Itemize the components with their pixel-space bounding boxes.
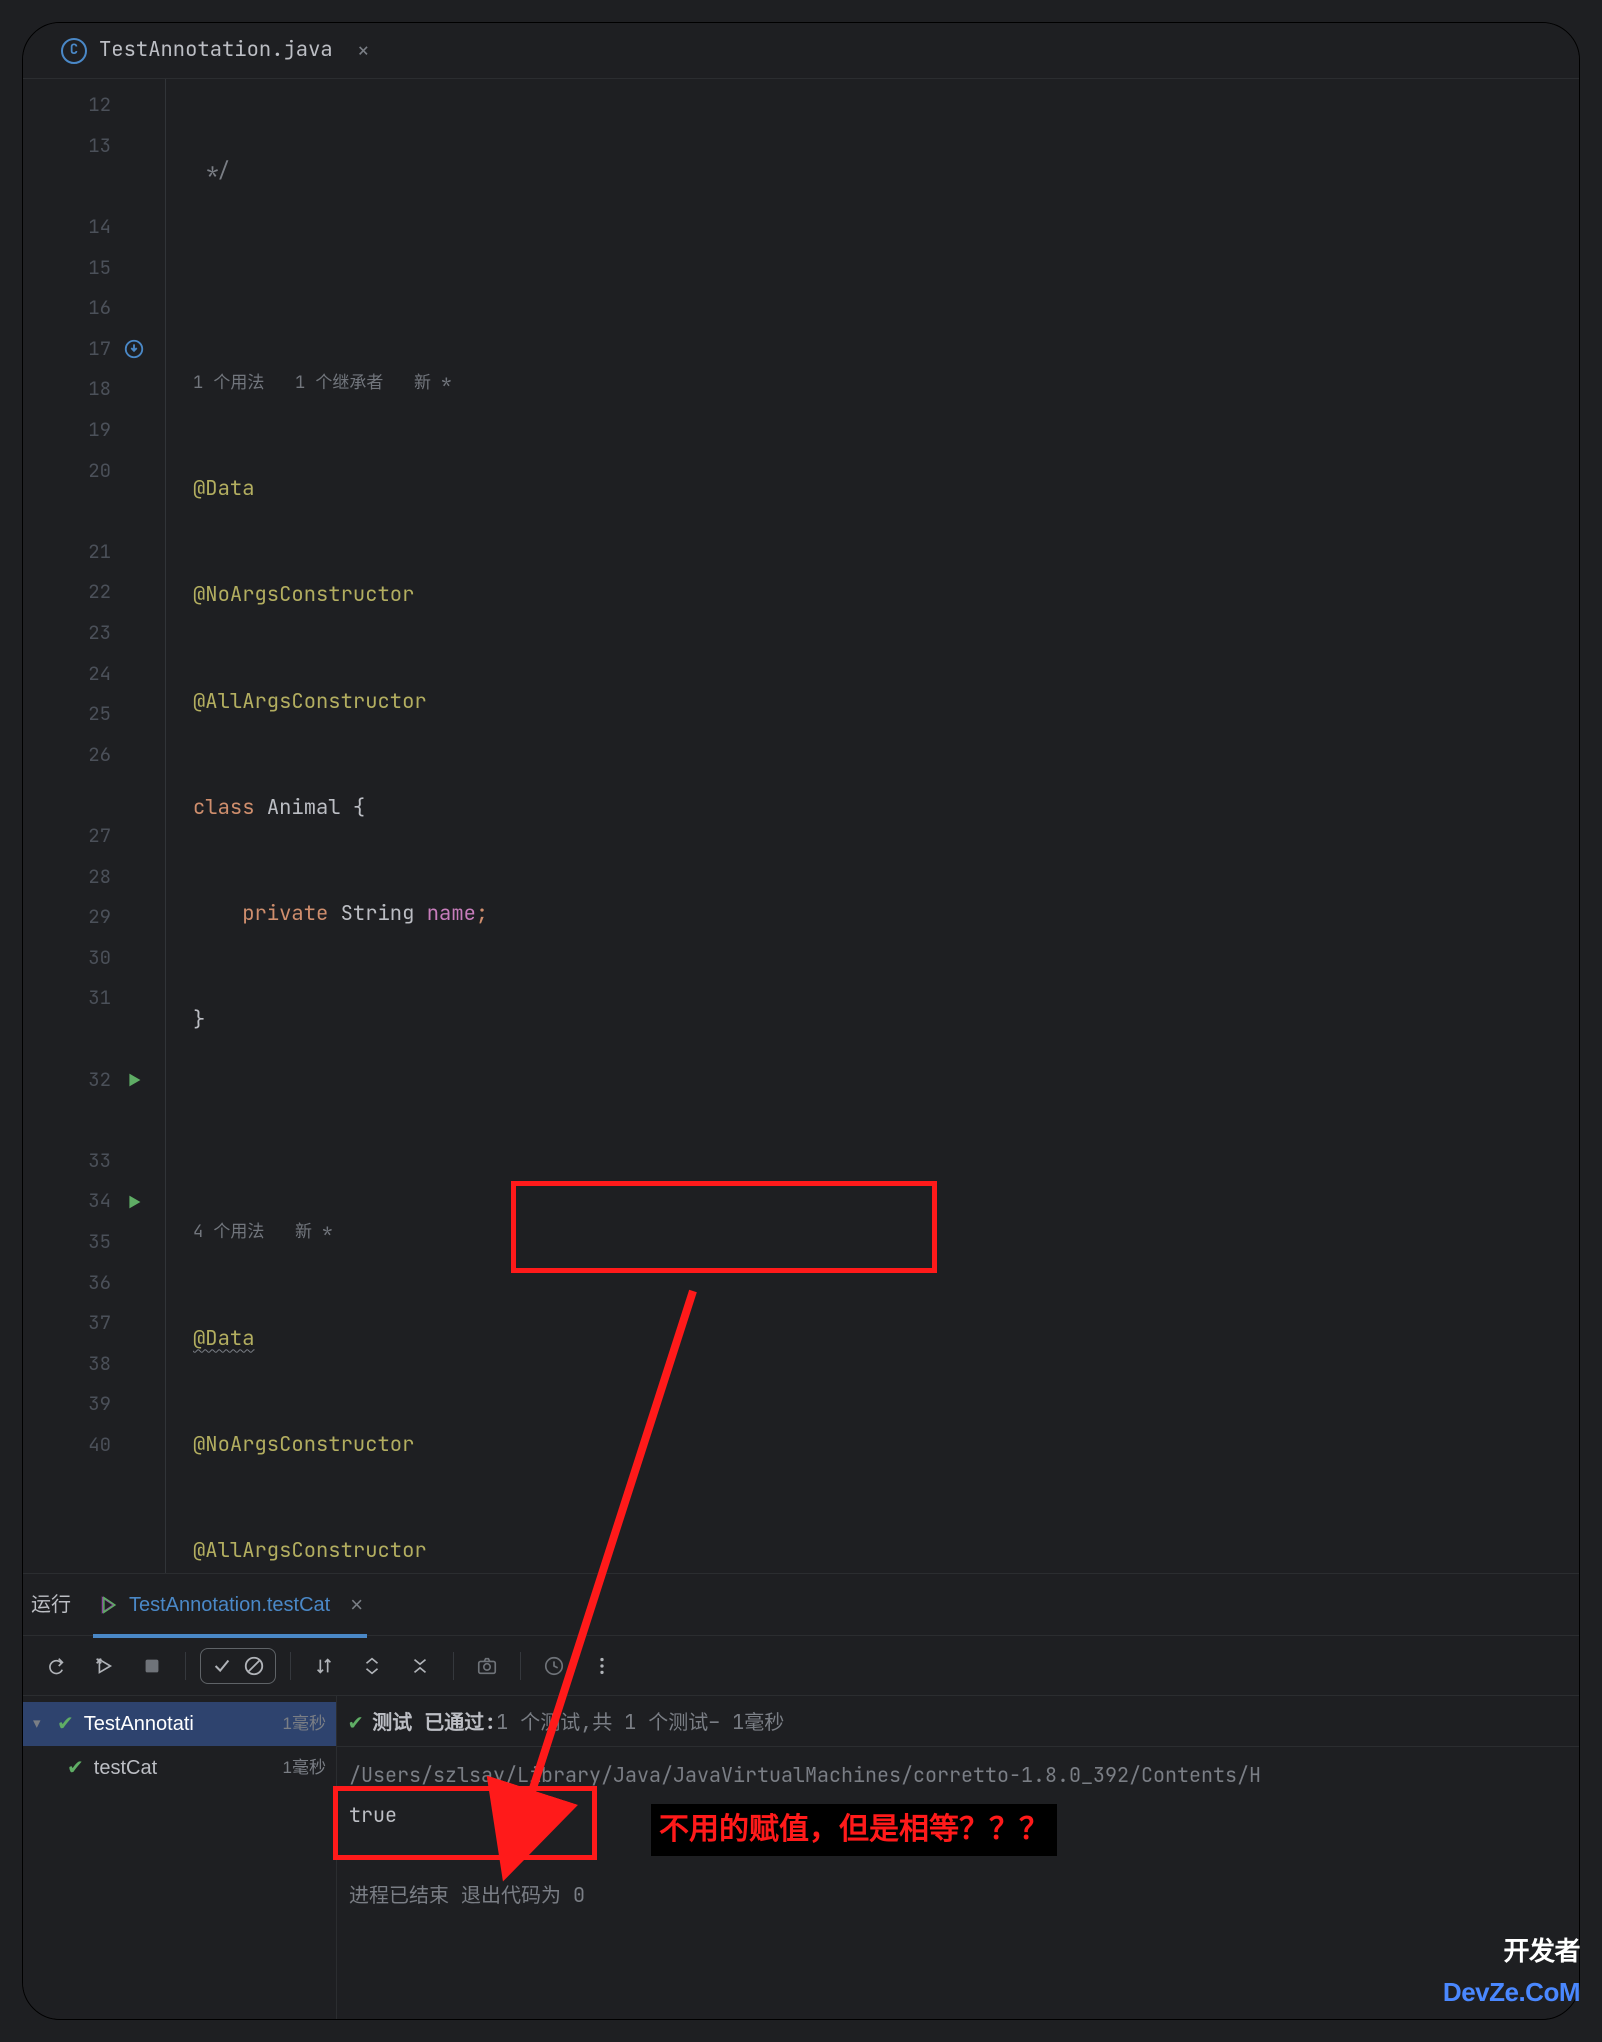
rerun-failed-icon[interactable] bbox=[85, 1647, 123, 1685]
collapse-all-icon[interactable] bbox=[401, 1647, 439, 1685]
screenshot-icon[interactable] bbox=[468, 1647, 506, 1685]
run-config-tab[interactable]: TestAnnotation.testCat × bbox=[93, 1571, 367, 1638]
history-icon[interactable] bbox=[535, 1647, 573, 1685]
indent-guide bbox=[151, 79, 193, 1573]
stop-icon[interactable] bbox=[133, 1647, 171, 1685]
line-number-gutter: 12 13 14 15 16 17 18 19 20 21 22 23 24 2… bbox=[33, 79, 151, 1573]
override-icon[interactable] bbox=[123, 338, 145, 360]
annotation: @Data bbox=[193, 1323, 255, 1356]
tab-filename: TestAnnotation.java bbox=[99, 34, 333, 67]
test-toolbar bbox=[23, 1636, 1579, 1696]
annotation: @NoArgsConstructor bbox=[193, 579, 414, 612]
check-icon: ✔ bbox=[349, 1704, 362, 1739]
annotation: @Data bbox=[193, 473, 255, 506]
annotation-callout-text: 不用的赋值，但是相等？？？ bbox=[651, 1804, 1057, 1856]
show-passed-icon[interactable] bbox=[209, 1653, 235, 1679]
test-tree-item[interactable]: ✔ testCat 1毫秒 bbox=[23, 1746, 336, 1790]
console-line: /Users/szlsay/Library/Java/JavaVirtualMa… bbox=[349, 1755, 1579, 1795]
test-tree-root[interactable]: ▾ ✔ TestAnnotati 1毫秒 bbox=[23, 1702, 336, 1746]
close-run-tab-icon[interactable]: × bbox=[340, 1587, 363, 1622]
toolwindow-tab-bar: 运行 TestAnnotation.testCat × bbox=[23, 1574, 1579, 1636]
run-config-name: TestAnnotation.testCat bbox=[129, 1589, 330, 1621]
usage-hint[interactable]: 4 个用法 新 * bbox=[193, 1213, 1579, 1254]
expand-all-icon[interactable] bbox=[353, 1647, 391, 1685]
test-pass-icon: ✔ bbox=[67, 1752, 84, 1784]
console-status-line: ✔ 测试 已通过: 1 个测试,共 1 个测试 – 1毫秒 bbox=[349, 1702, 1579, 1742]
annotation: @AllArgsConstructor bbox=[193, 686, 427, 719]
usage-hint[interactable]: 1 个用法 1 个继承者 新 * bbox=[193, 363, 1579, 404]
annotation: @AllArgsConstructor bbox=[193, 1535, 427, 1568]
console-line: 进程已结束 退出代码为 0 bbox=[349, 1875, 1579, 1915]
code-editor[interactable]: 12 13 14 15 16 17 18 19 20 21 22 23 24 2… bbox=[23, 79, 1579, 1573]
test-pass-icon: ✔ bbox=[57, 1708, 74, 1740]
code-text: */ bbox=[193, 155, 230, 188]
close-tab-icon[interactable]: × bbox=[345, 33, 370, 68]
run-toolwindow: 运行 TestAnnotation.testCat × bbox=[23, 1573, 1579, 2019]
vcs-stripe bbox=[23, 79, 33, 1573]
sort-icon[interactable] bbox=[305, 1647, 343, 1685]
test-run-icon bbox=[97, 1594, 119, 1616]
run-gutter-icon[interactable] bbox=[123, 1191, 145, 1213]
toolwindow-label: 运行 bbox=[31, 1589, 71, 1621]
test-tree[interactable]: ▾ ✔ TestAnnotati 1毫秒 ✔ testCat 1毫秒 bbox=[23, 1696, 337, 2019]
class-file-icon: C bbox=[61, 38, 87, 64]
more-icon[interactable] bbox=[583, 1647, 621, 1685]
run-gutter-icon[interactable] bbox=[123, 1069, 145, 1091]
chevron-down-icon[interactable]: ▾ bbox=[33, 1712, 47, 1736]
code-area[interactable]: */ 1 个用法 1 个继承者 新 * @Data @NoArgsConstru… bbox=[193, 79, 1579, 1573]
rerun-icon[interactable] bbox=[37, 1647, 75, 1685]
show-ignored-icon[interactable] bbox=[241, 1653, 267, 1679]
console-output[interactable]: ✔ 测试 已通过: 1 个测试,共 1 个测试 – 1毫秒 /Users/szl… bbox=[337, 1696, 1579, 2019]
editor-tab[interactable]: C TestAnnotation.java × bbox=[57, 23, 374, 78]
editor-tab-bar: C TestAnnotation.java × bbox=[23, 23, 1579, 79]
annotation: @NoArgsConstructor bbox=[193, 1429, 414, 1462]
